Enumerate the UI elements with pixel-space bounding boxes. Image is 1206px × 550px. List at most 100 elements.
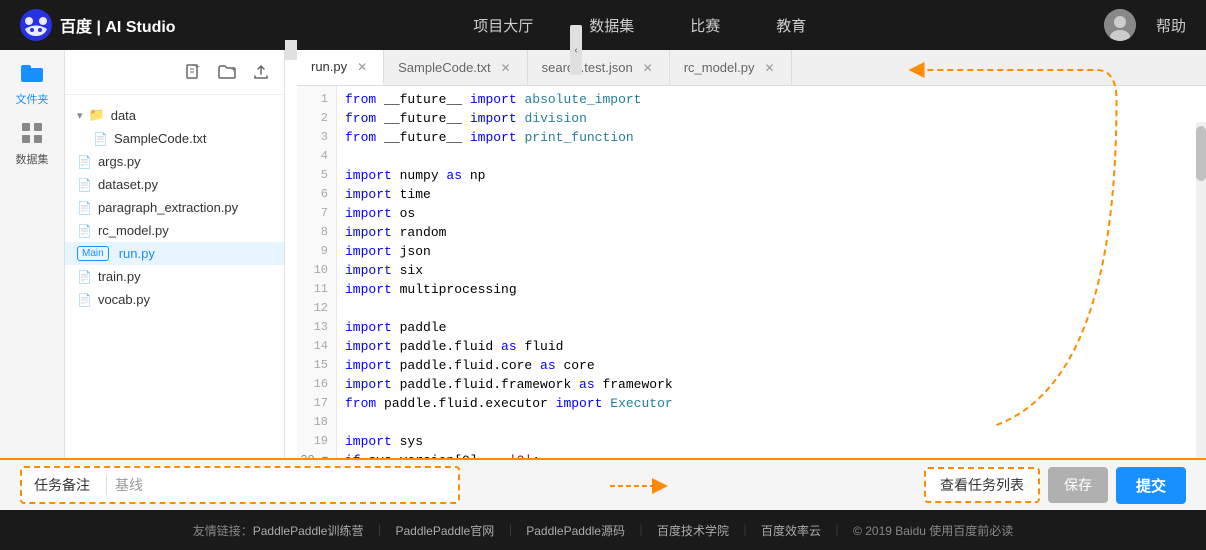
- footer-sep-2: ｜: [504, 522, 516, 539]
- footer-sep-3: ｜: [635, 522, 647, 539]
- file-panel: + + ▾ 📁 data 📄 SampleCode.txt 📄 args.py: [65, 50, 285, 458]
- submit-button[interactable]: 提交: [1116, 467, 1186, 504]
- footer-link-paddlesource[interactable]: PaddlePaddle源码: [526, 522, 625, 539]
- upload-button[interactable]: [250, 61, 272, 83]
- file-icon-paragraph: 📄: [77, 201, 92, 215]
- file-runpy[interactable]: Main run.py: [65, 242, 284, 265]
- sidebar-datasets[interactable]: 数据集: [12, 125, 52, 165]
- file-dataset-label: dataset.py: [98, 177, 158, 192]
- grid-icon: [22, 123, 42, 148]
- line-numbers: 1 2 3 4 5 6 7 8 9 10 11 12 13 14 15 16 1…: [297, 86, 337, 458]
- file-vocab[interactable]: 📄 vocab.py: [65, 288, 284, 311]
- file-paragraph-label: paragraph_extraction.py: [98, 200, 238, 215]
- tab-samplecode[interactable]: SampleCode.txt ✕: [384, 50, 528, 85]
- file-rcmodel[interactable]: 📄 rc_model.py: [65, 219, 284, 242]
- footer-copyright: © 2019 Baidu 使用百度前必读: [853, 522, 1013, 539]
- file-toolbar: + +: [65, 50, 284, 95]
- code-editor: 1 2 3 4 5 6 7 8 9 10 11 12 13 14 15 16 1…: [297, 86, 1206, 458]
- file-vocab-label: vocab.py: [98, 292, 150, 307]
- task-input-field[interactable]: [159, 477, 446, 493]
- sidebar-files[interactable]: 文件夹: [12, 65, 52, 105]
- nav-competition[interactable]: 比赛: [682, 11, 728, 40]
- save-label: 保存: [1064, 477, 1092, 493]
- file-samplecode-label: SampleCode.txt: [114, 131, 207, 146]
- new-folder-button[interactable]: +: [216, 61, 238, 83]
- nav-projects[interactable]: 项目大厅: [465, 11, 541, 40]
- save-button[interactable]: 保存: [1048, 467, 1108, 503]
- bottom-task-bar: 任务备注 基线 查看任务列表 保存 提交: [0, 458, 1206, 510]
- file-rcmodel-label: rc_model.py: [98, 223, 169, 238]
- file-paragraph[interactable]: 📄 paragraph_extraction.py: [65, 196, 284, 219]
- nav-logo: 百度 | AI Studio: [20, 9, 176, 41]
- footer: 友情链接： PaddlePaddle训练营 ｜ PaddlePaddle官网 ｜…: [0, 510, 1206, 550]
- sidebar-datasets-label: 数据集: [16, 151, 49, 167]
- file-icon-samplecode: 📄: [93, 132, 108, 146]
- tab-runpy[interactable]: run.py ✕: [297, 50, 384, 85]
- nav-education[interactable]: 教育: [768, 11, 814, 40]
- tab-rcmodel-label: rc_model.py: [684, 60, 755, 75]
- tab-bar: run.py ✕ SampleCode.txt ✕ search.test.js…: [297, 50, 1206, 86]
- view-task-button[interactable]: 查看任务列表: [924, 467, 1040, 503]
- main-badge: Main: [77, 246, 109, 261]
- footer-prefix: 友情链接：: [193, 522, 253, 539]
- nav-right: 帮助: [1104, 9, 1186, 41]
- footer-link-baiducloud[interactable]: 百度效率云: [761, 522, 821, 539]
- task-input-area: 任务备注 基线: [20, 466, 460, 504]
- footer-sep-5: ｜: [831, 522, 843, 539]
- top-nav: 百度 | AI Studio 项目大厅 数据集 比赛 教育 帮助: [0, 0, 1206, 50]
- task-divider: [106, 475, 107, 495]
- file-args-label: args.py: [98, 154, 141, 169]
- folder-data-label: data: [111, 108, 136, 123]
- folder-icon-data: 📁: [89, 107, 105, 123]
- new-file-button[interactable]: +: [182, 61, 204, 83]
- scrollbar[interactable]: [1196, 122, 1206, 458]
- submit-label: 提交: [1136, 478, 1166, 495]
- file-train-label: train.py: [98, 269, 141, 284]
- sidebar-files-label: 文件夹: [16, 91, 49, 107]
- footer-sep-1: ｜: [373, 522, 385, 539]
- tab-runpy-close[interactable]: ✕: [355, 60, 369, 74]
- fold-panel-arrow[interactable]: ‹: [285, 40, 297, 60]
- scrollbar-thumb[interactable]: [1196, 126, 1206, 181]
- tab-search-close[interactable]: ✕: [641, 61, 655, 75]
- file-runpy-label: run.py: [119, 246, 155, 261]
- footer-link-paddleofficial[interactable]: PaddlePaddle官网: [395, 522, 494, 539]
- file-train[interactable]: 📄 train.py: [65, 265, 284, 288]
- tab-samplecode-close[interactable]: ✕: [499, 61, 513, 75]
- file-icon-rcmodel: 📄: [77, 224, 92, 238]
- file-args[interactable]: 📄 args.py: [65, 150, 284, 173]
- tab-rcmodel-close[interactable]: ✕: [763, 61, 777, 75]
- editor-area: run.py ✕ SampleCode.txt ✕ search.test.js…: [297, 50, 1206, 458]
- file-icon-dataset: 📄: [77, 178, 92, 192]
- code-lines[interactable]: from __future__ import absolute_import f…: [337, 86, 1206, 458]
- tab-search-label: search.test.json: [542, 60, 633, 75]
- svg-text:+: +: [195, 64, 200, 71]
- tab-rcmodel[interactable]: rc_model.py ✕: [670, 50, 792, 85]
- nav-links: 项目大厅 数据集 比赛 教育: [216, 11, 1064, 40]
- footer-link-paddlecamp[interactable]: PaddlePaddle训练营: [253, 522, 364, 539]
- file-samplecode[interactable]: 📄 SampleCode.txt: [65, 127, 284, 150]
- right-buttons: 查看任务列表 保存 提交: [924, 467, 1186, 504]
- nav-datasets[interactable]: 数据集: [581, 11, 642, 40]
- folder-data[interactable]: ▾ 📁 data: [65, 103, 284, 127]
- footer-sep-4: ｜: [739, 522, 751, 539]
- baseline-label: 基线: [115, 475, 143, 495]
- help-link[interactable]: 帮助: [1156, 15, 1186, 36]
- file-icon-vocab: 📄: [77, 293, 92, 307]
- baidu-icon: [20, 9, 52, 41]
- footer-link-baidutechacademy[interactable]: 百度技术学院: [657, 522, 729, 539]
- folder-icon: [21, 63, 43, 88]
- file-icon-train: 📄: [77, 270, 92, 284]
- file-dataset[interactable]: 📄 dataset.py: [65, 173, 284, 196]
- svg-text:+: +: [231, 65, 236, 74]
- tab-samplecode-label: SampleCode.txt: [398, 60, 491, 75]
- logo-text: 百度 | AI Studio: [60, 13, 176, 37]
- avatar[interactable]: [1104, 9, 1136, 41]
- file-tree: ▾ 📁 data 📄 SampleCode.txt 📄 args.py 📄 da…: [65, 95, 284, 458]
- folder-arrow-icon: ▾: [77, 109, 83, 122]
- tab-runpy-label: run.py: [311, 59, 347, 74]
- left-sidebar: 文件夹 数据集: [0, 50, 65, 458]
- tab-search[interactable]: search.test.json ✕: [528, 50, 670, 85]
- file-icon-args: 📄: [77, 155, 92, 169]
- view-task-label: 查看任务列表: [940, 477, 1024, 493]
